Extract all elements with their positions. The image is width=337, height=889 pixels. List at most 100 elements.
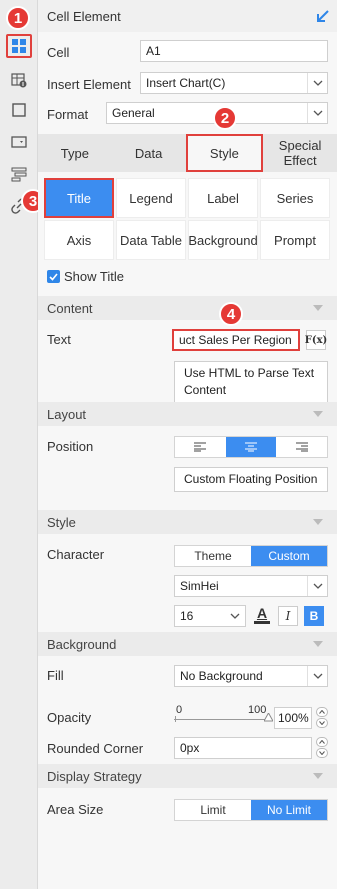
- panel-header: Cell Element: [38, 0, 337, 32]
- style-section-header[interactable]: Style: [38, 510, 337, 534]
- font-family-value: SimHei: [180, 579, 219, 593]
- background-section-title: Background: [47, 636, 117, 652]
- subtab-axis[interactable]: Axis: [44, 220, 114, 260]
- font-size-value: 16: [180, 609, 194, 623]
- fill-label: Fill: [47, 668, 64, 683]
- tab-data[interactable]: Data: [112, 134, 186, 172]
- position-label: Position: [47, 439, 94, 454]
- align-right-icon[interactable]: [276, 437, 327, 457]
- area-size-toggle: Limit No Limit: [174, 799, 328, 821]
- title-text-input[interactable]: uct Sales Per Region: [172, 329, 300, 351]
- character-mode-toggle: Theme Custom: [174, 545, 328, 567]
- rounded-corner-value: 0px: [180, 741, 200, 755]
- chevron-down-icon: [313, 305, 323, 311]
- font-family-select[interactable]: SimHei: [174, 575, 328, 597]
- bold-button[interactable]: B: [304, 606, 324, 626]
- opacity-stepper[interactable]: [316, 707, 328, 729]
- align-center-icon[interactable]: [225, 437, 277, 457]
- font-color-button[interactable]: A: [252, 605, 272, 625]
- position-align-group: [174, 436, 328, 458]
- cell-element-icon[interactable]: [6, 34, 32, 58]
- format-value: General: [112, 106, 155, 120]
- cell-value: A1: [146, 44, 161, 58]
- insert-element-select[interactable]: Insert Chart(C): [140, 72, 328, 94]
- rounded-corner-input[interactable]: 0px: [174, 737, 312, 759]
- title-text-value: uct Sales Per Region: [179, 333, 292, 347]
- widget-icon[interactable]: [6, 130, 32, 154]
- chevron-down-icon: [313, 519, 323, 525]
- opacity-value: 100%: [278, 711, 309, 725]
- rounded-corner-stepper[interactable]: [316, 737, 328, 759]
- subtab-prompt[interactable]: Prompt: [260, 220, 330, 260]
- display-strategy-section-header[interactable]: Display Strategy: [38, 764, 337, 788]
- italic-button[interactable]: I: [278, 606, 298, 626]
- tab-type[interactable]: Type: [38, 134, 112, 172]
- text-label: Text: [47, 332, 71, 347]
- step-badge-2: 2: [213, 106, 237, 130]
- limit-option[interactable]: Limit: [175, 800, 251, 820]
- stepper-down-icon[interactable]: [316, 718, 328, 728]
- style-section-title: Style: [47, 514, 76, 530]
- left-toolbar: [0, 0, 38, 889]
- chevron-down-icon: [313, 773, 323, 779]
- cell-attributes-icon[interactable]: [6, 68, 32, 92]
- fill-select[interactable]: No Background: [174, 665, 328, 687]
- insert-element-value: Insert Chart(C): [146, 76, 226, 90]
- tab-style[interactable]: Style: [185, 134, 264, 172]
- step-badge-1: 1: [6, 6, 30, 30]
- chevron-down-icon[interactable]: [307, 103, 327, 123]
- content-section-header[interactable]: Content: [38, 296, 337, 320]
- opacity-slider-track[interactable]: [174, 719, 271, 720]
- stepper-down-icon[interactable]: [316, 748, 328, 758]
- opacity-label: Opacity: [47, 710, 92, 725]
- tab-special-effect[interactable]: Special Effect: [263, 134, 337, 172]
- chevron-down-icon: [313, 411, 323, 417]
- background-section-header[interactable]: Background: [38, 632, 337, 656]
- custom-floating-position-option[interactable]: Custom Floating Position: [174, 467, 328, 492]
- subtab-legend[interactable]: Legend: [116, 178, 186, 218]
- theme-option[interactable]: Theme: [175, 546, 251, 566]
- chevron-down-icon[interactable]: [307, 666, 327, 686]
- show-title-label: Show Title: [64, 269, 124, 284]
- main-tabs: Type Data Style Special Effect: [38, 134, 337, 172]
- formula-fx-button[interactable]: F(x): [305, 330, 327, 350]
- chevron-down-icon[interactable]: [307, 73, 327, 93]
- subtab-data-table[interactable]: Data Table: [116, 220, 186, 260]
- panel-title: Cell Element: [47, 8, 121, 24]
- opacity-min-label: 0: [176, 704, 183, 716]
- layout-section-header[interactable]: Layout: [38, 402, 337, 426]
- show-title-checkbox[interactable]: [47, 270, 60, 283]
- character-label: Character: [47, 547, 105, 562]
- subtab-label[interactable]: Label: [188, 178, 258, 218]
- opacity-input[interactable]: 100%: [274, 707, 312, 729]
- font-color-icon: A: [256, 605, 268, 621]
- condition-icon[interactable]: [6, 162, 32, 186]
- opacity-slider-tick: [175, 716, 176, 722]
- collapse-arrow-icon[interactable]: [315, 8, 331, 24]
- stepper-up-icon[interactable]: [316, 737, 328, 747]
- display-strategy-section-title: Display Strategy: [47, 768, 142, 784]
- align-left-icon[interactable]: [175, 437, 226, 457]
- opacity-slider-handle[interactable]: [264, 713, 273, 722]
- insert-element-label: Insert Element: [47, 77, 131, 92]
- cell-label: Cell: [47, 45, 70, 60]
- content-section-title: Content: [47, 300, 93, 316]
- html-parse-option[interactable]: Use HTML to Parse Text Content: [174, 361, 328, 403]
- stepper-up-icon[interactable]: [316, 707, 328, 717]
- chevron-down-icon[interactable]: [307, 576, 327, 596]
- chevron-down-icon[interactable]: [225, 606, 245, 626]
- subtab-background[interactable]: Background: [188, 220, 258, 260]
- cell-input[interactable]: A1: [140, 40, 328, 62]
- border-icon[interactable]: [6, 98, 32, 122]
- custom-option[interactable]: Custom: [251, 546, 327, 566]
- no-limit-option[interactable]: No Limit: [251, 800, 327, 820]
- font-size-select[interactable]: 16: [174, 605, 246, 627]
- font-color-swatch: [254, 621, 270, 624]
- rounded-corner-label: Rounded Corner: [47, 741, 144, 756]
- fill-value: No Background: [180, 669, 263, 683]
- subtab-title[interactable]: Title: [44, 178, 114, 218]
- subtab-series[interactable]: Series: [260, 178, 330, 218]
- area-size-label: Area Size: [47, 802, 104, 817]
- step-badge-4: 4: [219, 302, 243, 326]
- format-label: Format: [47, 107, 89, 122]
